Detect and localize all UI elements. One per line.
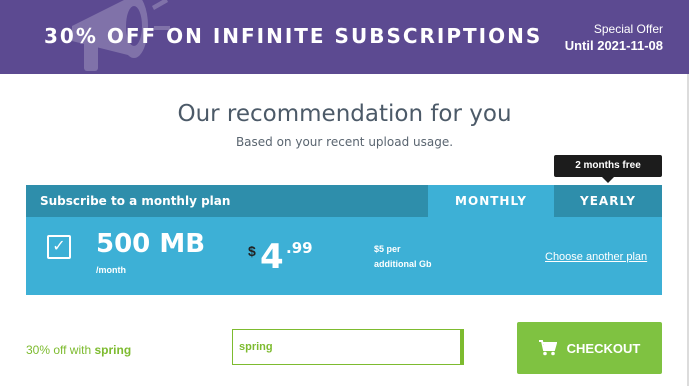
price-currency: $ — [248, 243, 256, 259]
coupon-note-code: spring — [94, 343, 132, 357]
banner-title: 30% OFF ON INFINITE SUBSCRIPTIONS — [44, 24, 543, 48]
offer-date: Until 2021-11-08 — [564, 38, 663, 53]
coupon-input[interactable] — [232, 329, 464, 365]
tab-monthly[interactable]: MONTHLY — [428, 185, 554, 217]
special-offer: Special Offer Until 2021-11-08 — [565, 21, 663, 54]
subscription-page: 30% OFF ON INFINITE SUBSCRIPTIONS Specia… — [0, 0, 689, 386]
recommendation-subtitle: Based on your recent upload usage. — [235, 135, 454, 149]
extra-storage-price: $5 per — [374, 244, 401, 254]
cart-icon — [538, 340, 557, 356]
recommendation-title: Our recommendation for you — [177, 101, 512, 127]
checkout-button[interactable]: CHECKOUT — [517, 322, 662, 374]
coupon-note-prefix: 30% off with — [26, 343, 92, 357]
yearly-tooltip: 2 months free — [554, 155, 662, 183]
price-decimal: .99 — [286, 239, 313, 257]
plan-size: 500 MB — [96, 229, 206, 259]
tab-yearly[interactable]: YEARLY — [554, 185, 662, 217]
checkout-label: CHECKOUT — [566, 340, 641, 356]
plan-card: Subscribe to a monthly plan MONTHLY YEAR… — [26, 185, 662, 295]
price-integer: 4 — [260, 237, 284, 277]
offer-label: Special Offer — [593, 22, 663, 36]
plan-period: /month — [96, 265, 126, 275]
plan-header-label: Subscribe to a monthly plan — [40, 194, 231, 208]
extra-storage-unit: additional Gb — [374, 259, 432, 269]
coupon-note: 30% off with spring — [26, 343, 131, 357]
offer-banner: 30% OFF ON INFINITE SUBSCRIPTIONS Specia… — [0, 0, 689, 74]
choose-another-plan-link[interactable]: Choose another plan — [545, 251, 647, 263]
plan-header: Subscribe to a monthly plan MONTHLY YEAR… — [26, 185, 662, 217]
plan-checkbox[interactable]: ✓ — [47, 235, 71, 259]
